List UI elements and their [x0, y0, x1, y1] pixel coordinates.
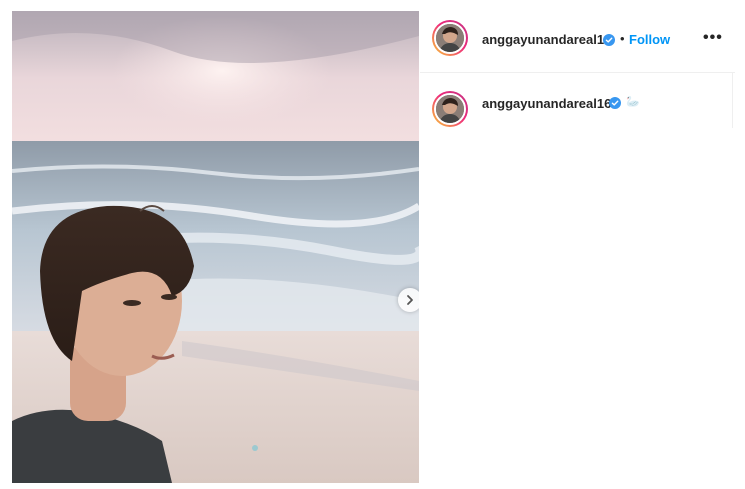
profile-picture [436, 95, 464, 123]
more-options-icon[interactable]: ••• [703, 29, 723, 47]
carousel-next-button[interactable] [398, 288, 419, 312]
caption-text: 🦢 [626, 96, 640, 108]
panel-divider [732, 73, 733, 128]
post-side-panel: anggayunandareal16 • Follow ••• anggayun… [420, 11, 735, 483]
beach-selfie-image [12, 11, 419, 483]
caption-username-link[interactable]: anggayunandareal16 [482, 96, 611, 111]
follow-button[interactable]: Follow [629, 32, 670, 47]
verified-badge-icon [609, 97, 621, 109]
carousel-indicator-dot [252, 445, 258, 451]
avatar[interactable] [432, 20, 468, 56]
verified-badge-icon [603, 34, 615, 46]
post-photo[interactable] [12, 11, 419, 483]
profile-picture [436, 24, 464, 52]
username-link[interactable]: anggayunandareal16 [482, 32, 611, 47]
chevron-right-icon [407, 295, 413, 305]
avatar[interactable] [432, 91, 468, 127]
post-header: anggayunandareal16 • Follow ••• [420, 11, 735, 73]
separator-dot: • [620, 31, 625, 46]
